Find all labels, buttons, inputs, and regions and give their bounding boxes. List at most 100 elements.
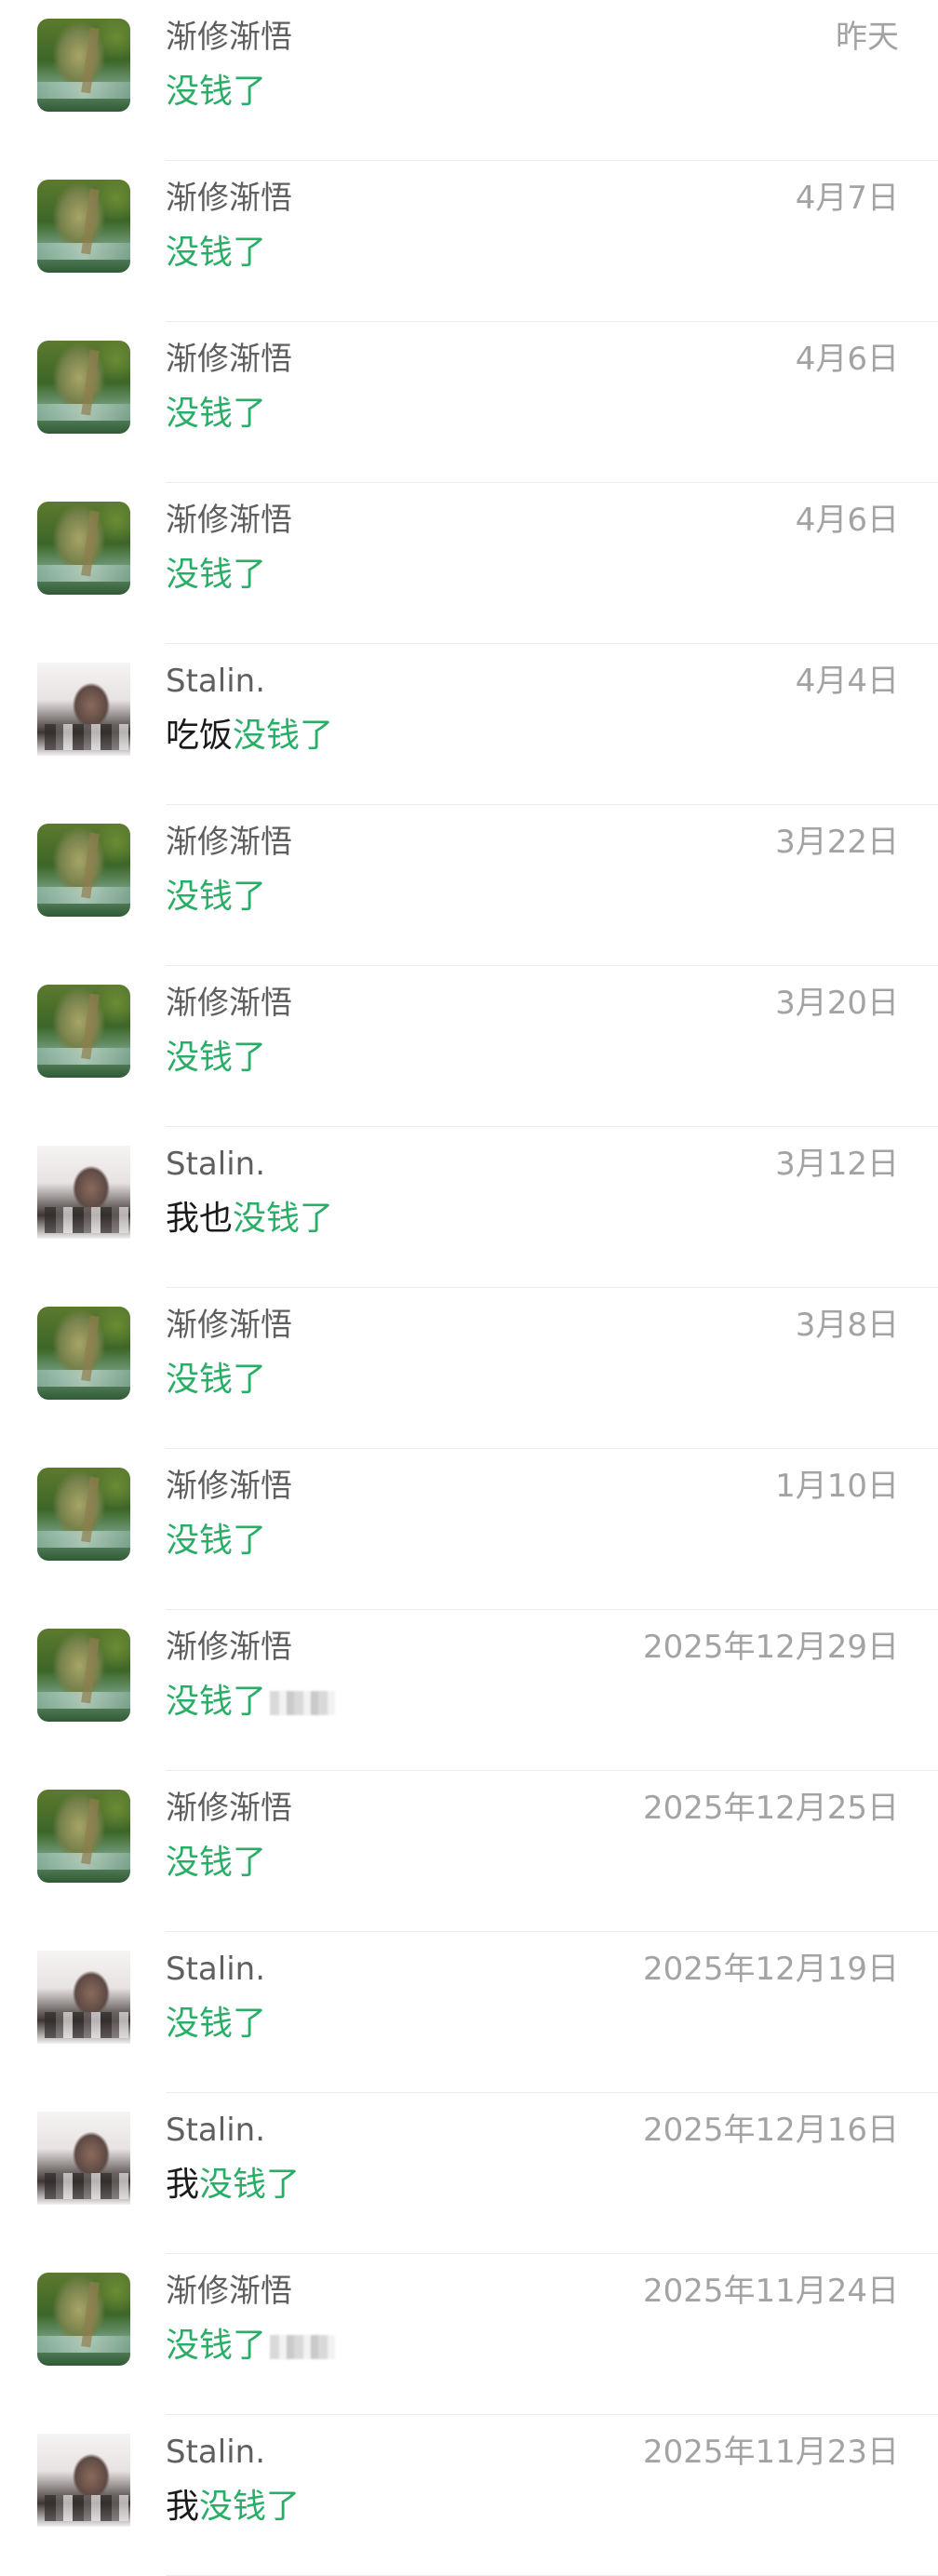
message-time: 2025年12月29日 (642, 1629, 899, 1666)
keyword-highlight: 没钱了 (166, 556, 267, 594)
message-prefix: 我也 (166, 1200, 234, 1238)
keyword-highlight: 没钱了 (166, 1039, 267, 1077)
scenery-avatar[interactable] (37, 1468, 130, 1561)
message-time: 2025年12月25日 (642, 1790, 899, 1827)
sender-name: Stalin. (166, 1951, 265, 1988)
message-time: 3月20日 (775, 985, 899, 1022)
scenery-avatar[interactable] (37, 1307, 130, 1400)
keyword-highlight: 没钱了 (166, 1844, 267, 1882)
scenery-avatar[interactable] (37, 502, 130, 595)
person-avatar[interactable] (37, 663, 130, 756)
message-time: 2025年12月16日 (642, 2112, 899, 2149)
message-preview: 我也没钱了 (166, 1198, 333, 1241)
keyword-highlight: 没钱了 (166, 395, 267, 433)
sender-name: 渐修渐悟 (166, 1468, 292, 1505)
message-preview: 没钱了 (166, 1681, 336, 1724)
list-item[interactable]: 渐修渐悟 4月7日 没钱了 (0, 161, 938, 322)
message-time: 4月6日 (795, 502, 899, 539)
scenery-avatar[interactable] (37, 19, 130, 112)
message-time: 3月12日 (775, 1146, 899, 1183)
list-item[interactable]: 渐修渐悟 3月22日 没钱了 (0, 805, 938, 966)
message-preview: 没钱了 (166, 554, 266, 597)
message-preview: 没钱了 (166, 1359, 266, 1402)
sender-name: 渐修渐悟 (166, 2273, 292, 2310)
list-item[interactable]: 渐修渐悟 4月6日 没钱了 (0, 322, 938, 483)
message-time: 4月4日 (795, 663, 899, 700)
list-item[interactable]: 渐修渐悟 1月10日 没钱了 (0, 1449, 938, 1610)
search-result-list: 渐修渐悟 昨天 没钱了 渐修渐悟 4月7日 没钱了 渐修渐悟 4月6日 没钱了 … (0, 0, 938, 2576)
list-item[interactable]: Stalin. 2025年11月23日 我没钱了 (0, 2415, 938, 2576)
message-preview: 没钱了 (166, 393, 266, 436)
scenery-avatar[interactable] (37, 2273, 130, 2366)
person-avatar[interactable] (37, 1146, 130, 1239)
scenery-avatar[interactable] (37, 824, 130, 917)
sender-name: Stalin. (166, 2434, 265, 2471)
list-item[interactable]: 渐修渐悟 2025年11月24日 没钱了 (0, 2254, 938, 2415)
message-time: 昨天 (836, 19, 899, 56)
list-item[interactable]: 渐修渐悟 昨天 没钱了 (0, 0, 938, 161)
message-preview: 我没钱了 (166, 2486, 300, 2529)
keyword-highlight: 没钱了 (166, 1361, 267, 1399)
message-time: 3月8日 (795, 1307, 899, 1344)
keyword-highlight: 没钱了 (166, 234, 267, 272)
keyword-highlight: 没钱了 (166, 2327, 267, 2365)
message-preview: 吃饭没钱了 (166, 715, 333, 758)
keyword-highlight: 没钱了 (166, 878, 267, 916)
keyword-highlight: 没钱了 (166, 73, 267, 111)
person-avatar[interactable] (37, 1951, 130, 2044)
message-time: 4月6日 (795, 341, 899, 378)
sender-name: 渐修渐悟 (166, 1307, 292, 1344)
list-item[interactable]: Stalin. 4月4日 吃饭没钱了 (0, 644, 938, 805)
sender-name: 渐修渐悟 (166, 1629, 292, 1666)
message-time: 2025年11月24日 (642, 2273, 899, 2310)
list-item[interactable]: 渐修渐悟 4月6日 没钱了 (0, 483, 938, 644)
message-preview: 没钱了 (166, 1520, 266, 1563)
list-item[interactable]: 渐修渐悟 2025年12月29日 没钱了 (0, 1610, 938, 1771)
message-preview: 没钱了 (166, 876, 266, 919)
message-time: 2025年11月23日 (642, 2434, 899, 2471)
list-item[interactable]: 渐修渐悟 2025年12月25日 没钱了 (0, 1771, 938, 1932)
scenery-avatar[interactable] (37, 1790, 130, 1883)
keyword-highlight: 没钱了 (233, 717, 334, 755)
list-item[interactable]: 渐修渐悟 3月20日 没钱了 (0, 966, 938, 1127)
scenery-avatar[interactable] (37, 180, 130, 273)
keyword-highlight: 没钱了 (166, 2005, 267, 2043)
message-time: 3月22日 (775, 824, 899, 861)
message-preview: 没钱了 (166, 232, 266, 275)
sender-name: Stalin. (166, 663, 265, 700)
message-preview: 没钱了 (166, 71, 266, 114)
list-item[interactable]: 渐修渐悟 3月8日 没钱了 (0, 1288, 938, 1449)
message-preview: 我没钱了 (166, 2164, 300, 2207)
sender-name: 渐修渐悟 (166, 985, 292, 1022)
sender-name: 渐修渐悟 (166, 180, 292, 217)
message-time: 1月10日 (775, 1468, 899, 1505)
keyword-highlight: 没钱了 (199, 2166, 301, 2204)
scenery-avatar[interactable] (37, 1629, 130, 1722)
redacted-text (270, 2335, 336, 2359)
sender-name: Stalin. (166, 2112, 265, 2149)
sender-name: 渐修渐悟 (166, 824, 292, 861)
list-item[interactable]: Stalin. 2025年12月16日 我没钱了 (0, 2093, 938, 2254)
message-prefix: 我 (166, 2166, 200, 2204)
sender-name: 渐修渐悟 (166, 1790, 292, 1827)
message-prefix: 吃饭 (166, 717, 234, 755)
list-item[interactable]: Stalin. 2025年12月19日 没钱了 (0, 1932, 938, 2093)
message-time: 2025年12月19日 (642, 1951, 899, 1988)
sender-name: 渐修渐悟 (166, 19, 292, 56)
keyword-highlight: 没钱了 (233, 1200, 334, 1238)
message-preview: 没钱了 (166, 2003, 266, 2046)
message-time: 4月7日 (795, 180, 899, 217)
keyword-highlight: 没钱了 (166, 1522, 267, 1560)
scenery-avatar[interactable] (37, 985, 130, 1078)
message-preview: 没钱了 (166, 2325, 336, 2368)
keyword-highlight: 没钱了 (199, 2488, 301, 2526)
person-avatar[interactable] (37, 2434, 130, 2527)
redacted-text (270, 1691, 336, 1715)
message-preview: 没钱了 (166, 1842, 266, 1885)
person-avatar[interactable] (37, 2112, 130, 2205)
sender-name: 渐修渐悟 (166, 502, 292, 539)
sender-name: Stalin. (166, 1146, 265, 1183)
list-item[interactable]: Stalin. 3月12日 我也没钱了 (0, 1127, 938, 1288)
scenery-avatar[interactable] (37, 341, 130, 434)
message-prefix: 我 (166, 2488, 200, 2526)
